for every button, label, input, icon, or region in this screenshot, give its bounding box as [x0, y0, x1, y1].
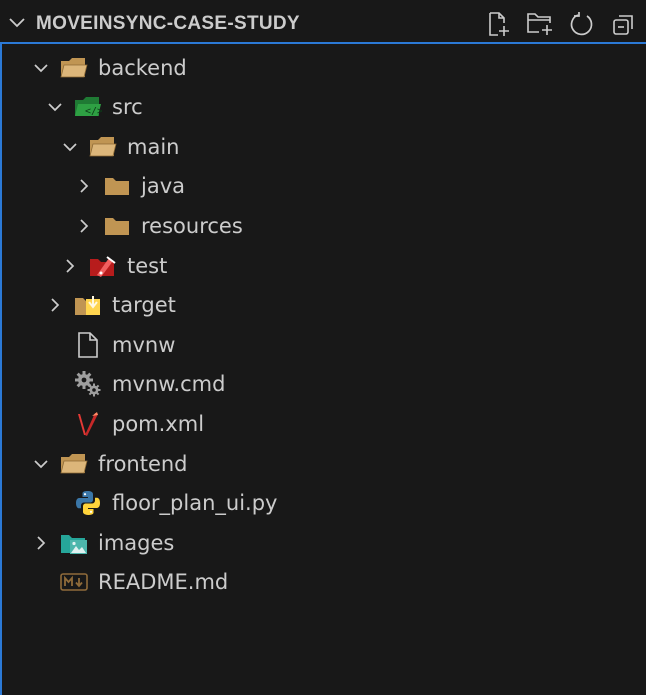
- tree-item-label: target: [112, 293, 176, 318]
- folder-icon: [103, 212, 131, 240]
- tree-item-label: mvnw: [112, 332, 176, 357]
- chevron-right-icon[interactable]: [73, 175, 95, 197]
- chevron-down-icon[interactable]: [8, 14, 26, 32]
- refresh-icon[interactable]: [568, 10, 596, 38]
- tree-item-label: backend: [98, 55, 187, 80]
- markdown-icon: [60, 568, 88, 596]
- folder-test-icon: [89, 252, 117, 280]
- chevron-down-icon[interactable]: [30, 453, 52, 475]
- tree-item-readme-md[interactable]: README.md: [2, 563, 642, 602]
- new-folder-icon[interactable]: [526, 10, 554, 38]
- maven-icon: [74, 410, 102, 438]
- tree-item-label: pom.xml: [112, 411, 205, 436]
- tree-item-frontend[interactable]: frontend: [2, 444, 642, 483]
- collapse-all-icon[interactable]: [610, 10, 638, 38]
- svg-text:</>: </>: [85, 106, 102, 117]
- explorer-actions: [484, 10, 638, 38]
- tree-item-label: main: [127, 134, 180, 159]
- folder-open-icon: [60, 54, 88, 82]
- folder-src-icon: </>: [74, 93, 102, 121]
- new-file-icon[interactable]: [484, 10, 512, 38]
- tree-item-resources[interactable]: resources: [2, 206, 642, 245]
- tree-item-floor-plan-ui-py[interactable]: floor_plan_ui.py: [2, 484, 642, 523]
- chevron-right-icon[interactable]: [73, 215, 95, 237]
- explorer-panel: MOVEINSYNC-CASE-STUDY backend </> src ma…: [0, 0, 646, 695]
- chevron-down-icon[interactable]: [30, 57, 52, 79]
- folder-images-icon: [60, 529, 88, 557]
- tree-item-label: resources: [141, 213, 243, 238]
- folder-open-icon: [89, 133, 117, 161]
- chevron-right-icon[interactable]: [30, 532, 52, 554]
- tree-item-target[interactable]: target: [2, 286, 642, 325]
- tree-item-main[interactable]: main: [2, 127, 642, 166]
- tree-item-mvnw-cmd[interactable]: mvnw.cmd: [2, 365, 642, 404]
- tree-item-label: mvnw.cmd: [112, 372, 226, 397]
- tree-item-java[interactable]: java: [2, 167, 642, 206]
- tree-item-label: images: [98, 530, 175, 555]
- tree-item-pom-xml[interactable]: pom.xml: [2, 404, 642, 443]
- workspace-title: MOVEINSYNC-CASE-STUDY: [36, 13, 300, 34]
- tree-item-images[interactable]: images: [2, 523, 642, 562]
- chevron-down-icon[interactable]: [59, 136, 81, 158]
- python-icon: [74, 489, 102, 517]
- tree-item-label: README.md: [98, 570, 229, 595]
- explorer-header[interactable]: MOVEINSYNC-CASE-STUDY: [0, 0, 646, 44]
- folder-target-icon: [74, 291, 102, 319]
- folder-icon: [103, 172, 131, 200]
- tree-item-src[interactable]: </> src: [2, 88, 642, 127]
- tree-item-label: test: [127, 253, 168, 278]
- tree-item-label: floor_plan_ui.py: [112, 491, 278, 516]
- tree-item-label: frontend: [98, 451, 188, 476]
- chevron-right-icon[interactable]: [44, 294, 66, 316]
- chevron-right-icon[interactable]: [59, 255, 81, 277]
- folder-open-icon: [60, 450, 88, 478]
- tree-item-label: java: [141, 174, 185, 199]
- file-icon: [74, 331, 102, 359]
- gears-icon: [74, 370, 102, 398]
- tree-item-mvnw[interactable]: mvnw: [2, 325, 642, 364]
- tree-item-label: src: [112, 95, 143, 120]
- tree-item-test[interactable]: test: [2, 246, 642, 285]
- chevron-down-icon[interactable]: [44, 96, 66, 118]
- tree-item-backend[interactable]: backend: [2, 48, 642, 87]
